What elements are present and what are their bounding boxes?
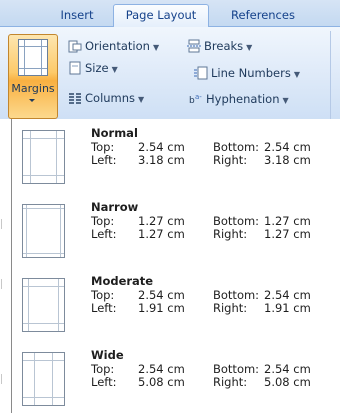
size-icon [69,61,81,75]
top-value: 2.54 cm [138,362,185,376]
left-value: 1.91 cm [138,301,185,315]
line-numbers-icon [194,66,208,80]
chevron-down-icon: ▼ [293,70,300,79]
left-value: 5.08 cm [138,375,185,389]
tab-insert[interactable]: Insert [46,5,108,27]
left-label: Left: [91,227,117,241]
chevron-down-icon: ▼ [282,96,289,105]
option-title: Normal [91,126,138,140]
left-label: Left: [91,301,117,315]
left-value: 3.18 cm [138,153,185,167]
margin-option-narrow[interactable]: Narrow Top: 1.27 cm Bottom: 1.27 cm Left… [12,195,340,269]
orientation-button[interactable]: Orientation ▼ [68,37,159,55]
columns-icon [69,93,81,104]
top-label: Top: [91,288,115,302]
size-button[interactable]: Size ▼ [68,59,118,77]
left-label: Left: [91,375,117,389]
svg-text:a-: a- [195,93,202,101]
margin-option-moderate[interactable]: Moderate Top: 2.54 cm Bottom: 2.54 cm Le… [12,269,340,343]
ribbon-page-setup-group: Margins Orientation ▼ Size ▼ Columns ▼ Brea… [0,27,340,122]
margin-option-wide[interactable]: Wide Top: 2.54 cm Bottom: 2.54 cm Left: … [12,343,340,413]
document-edge [0,119,11,413]
top-label: Top: [91,140,115,154]
ribbon-tab-strip: Insert Page Layout References [0,0,340,28]
margin-option-normal[interactable]: Normal Top: 2.54 cm Bottom: 2.54 cm Left… [12,121,340,195]
size-label: Size [85,61,109,75]
top-value: 1.27 cm [138,214,185,228]
orientation-icon [68,40,82,53]
chevron-down-icon: ▼ [246,43,253,52]
chevron-down-icon: ▼ [111,65,118,74]
right-value: 5.08 cm [264,375,311,389]
margins-button[interactable]: Margins [8,34,58,119]
bottom-label: Bottom: [213,288,260,302]
orientation-label: Orientation [85,39,150,53]
hyphenation-label: Hyphenation [206,92,280,106]
columns-button[interactable]: Columns ▼ [68,89,144,107]
line-numbers-button[interactable]: Line Numbers ▼ [194,64,300,82]
page-thumbnail-icon [22,204,65,258]
line-numbers-label: Line Numbers [211,66,291,80]
breaks-label: Breaks [204,39,244,53]
left-value: 1.27 cm [138,227,185,241]
right-label: Right: [213,227,248,241]
right-value: 3.18 cm [264,153,311,167]
bottom-value: 2.54 cm [264,288,311,302]
right-label: Right: [213,153,248,167]
right-label: Right: [213,301,248,315]
page-thumbnail-icon [22,130,65,184]
top-label: Top: [91,214,115,228]
top-label: Top: [91,362,115,376]
margins-icon [18,39,48,76]
bottom-value: 1.27 cm [264,214,311,228]
page-thumbnail-icon [22,352,65,406]
right-label: Right: [213,375,248,389]
tab-references[interactable]: References [218,5,308,27]
breaks-button[interactable]: Breaks ▼ [187,37,252,55]
group-separator [330,31,331,121]
bottom-label: Bottom: [213,140,260,154]
bottom-label: Bottom: [213,214,260,228]
left-label: Left: [91,153,117,167]
chevron-down-icon: ▼ [152,43,160,52]
hyphenation-icon: b a- [189,93,202,106]
page-thumbnail-icon [22,278,65,332]
hyphenation-button[interactable]: b a- Hyphenation ▼ [189,90,289,108]
margins-label: Margins [11,82,55,95]
bottom-value: 2.54 cm [264,140,311,154]
chevron-down-icon: ▼ [138,95,145,104]
option-title: Wide [91,348,124,362]
right-value: 1.91 cm [264,301,311,315]
right-value: 1.27 cm [264,227,311,241]
columns-label: Columns [85,91,136,105]
option-title: Moderate [91,274,154,288]
top-value: 2.54 cm [138,140,185,154]
option-title: Narrow [91,200,139,214]
bottom-value: 2.54 cm [264,362,311,376]
bottom-label: Bottom: [213,362,260,376]
tab-page-layout[interactable]: Page Layout [113,4,209,28]
top-value: 2.54 cm [138,288,185,302]
breaks-icon [187,39,201,53]
chevron-down-icon [29,99,35,102]
